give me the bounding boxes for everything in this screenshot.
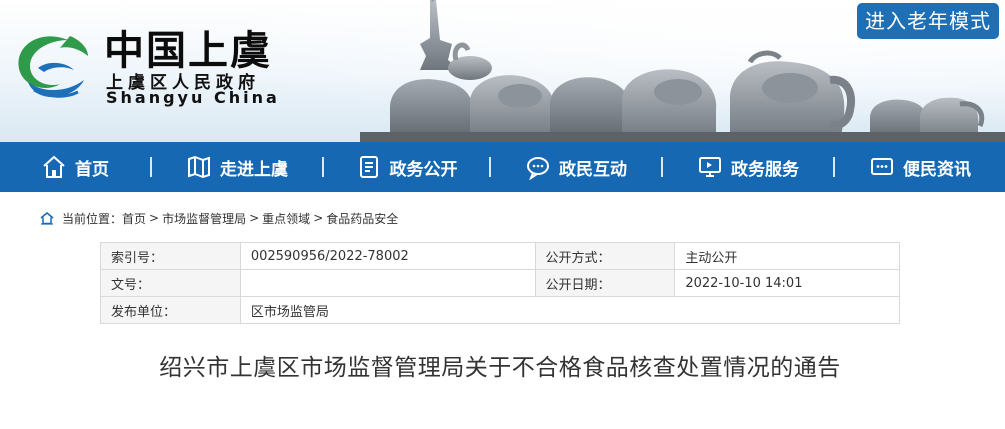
date-value: 2022-10-10 14:01 xyxy=(674,269,900,297)
table-row: 文号： 公开日期： 2022-10-10 14:01 xyxy=(100,269,900,297)
breadcrumb-item-market[interactable]: 市场监督管理局 xyxy=(162,210,246,227)
breadcrumb: 当前位置： 首页 > 市场监督管理局 > 重点领域 > 食品药品安全 xyxy=(40,208,398,228)
index-value: 002590956/2022-78002 xyxy=(239,242,536,270)
breadcrumb-item-food-safety[interactable]: 食品药品安全 xyxy=(326,210,398,227)
nav-label-home: 首页 xyxy=(75,159,109,180)
header-banner: 中国上虞 上虞区人民政府 Shangyu China 进入老年模式 xyxy=(0,0,1005,142)
document-icon xyxy=(359,156,378,178)
monitor-icon xyxy=(699,157,721,177)
chat-icon xyxy=(527,157,549,180)
method-value: 主动公开 xyxy=(674,242,900,270)
nav-label-gov-open: 政务公开 xyxy=(389,159,458,180)
breadcrumb-item-key-areas[interactable]: 重点领域 xyxy=(262,210,310,227)
nav-item-gov-open[interactable]: 政务公开 xyxy=(324,142,489,192)
elder-mode-button[interactable]: 进入老年模式 xyxy=(857,3,999,39)
nav-label-services: 政务服务 xyxy=(731,159,799,180)
index-label: 索引号： xyxy=(100,242,241,270)
nav-item-interaction[interactable]: 政民互动 xyxy=(491,142,661,192)
date-label: 公开日期： xyxy=(534,269,676,297)
breadcrumb-separator: > xyxy=(249,211,260,225)
breadcrumb-prefix: 当前位置： xyxy=(62,211,123,226)
method-label: 公开方式： xyxy=(534,242,676,270)
nav-item-info[interactable]: 便民资讯 xyxy=(835,142,1005,192)
nav-label-interaction: 政民互动 xyxy=(559,159,627,180)
breadcrumb-separator: > xyxy=(149,211,160,225)
docno-label: 文号： xyxy=(100,269,241,297)
map-icon xyxy=(188,155,210,179)
home-icon xyxy=(40,212,54,225)
shangyu-logo-icon xyxy=(18,36,88,98)
message-icon xyxy=(871,158,893,175)
article-title: 绍兴市上虞区市场监督管理局关于不合格食品核查处置情况的通告 xyxy=(159,355,841,381)
main-nav: 首页 走进上虞 政务公开 政民互动 政务服务 便民资讯 xyxy=(0,142,1005,192)
breadcrumb-separator: > xyxy=(313,211,324,225)
logo-english: Shangyu China xyxy=(106,88,280,107)
table-row: 发布单位： 区市场监管局 xyxy=(100,296,901,324)
nav-label-info: 便民资讯 xyxy=(903,159,971,180)
nav-label-about: 走进上虞 xyxy=(220,159,288,180)
breadcrumb-item-home[interactable]: 首页 xyxy=(122,210,146,227)
nav-item-about[interactable]: 走进上虞 xyxy=(152,142,322,192)
nav-item-services[interactable]: 政务服务 xyxy=(663,142,833,192)
unit-value: 区市场监管局 xyxy=(239,296,901,324)
docno-value xyxy=(239,269,536,297)
home-icon xyxy=(43,155,65,178)
nav-item-home[interactable]: 首页 xyxy=(0,142,150,192)
unit-label: 发布单位： xyxy=(100,296,241,324)
document-info-table: 索引号： 002590956/2022-78002 公开方式： 主动公开 文号：… xyxy=(100,242,901,324)
table-row: 索引号： 002590956/2022-78002 公开方式： 主动公开 xyxy=(100,242,900,270)
